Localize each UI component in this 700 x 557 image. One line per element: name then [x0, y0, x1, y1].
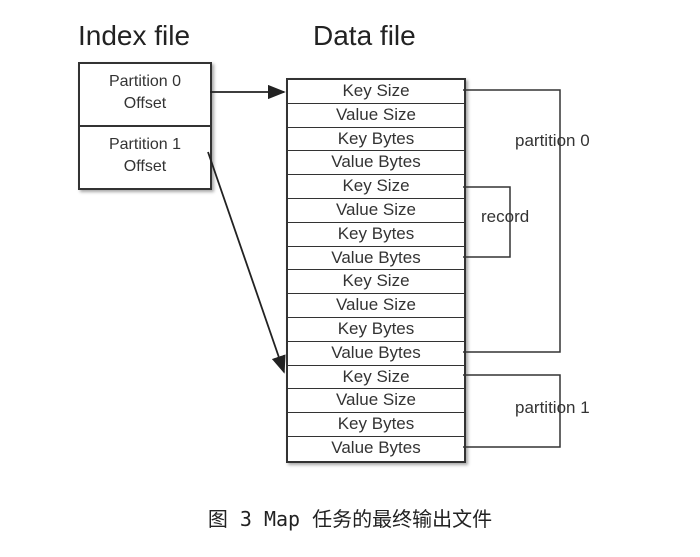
partition-0-label: partition 0	[515, 131, 590, 150]
figure-caption: 图 3 Map 任务的最终输出文件	[207, 507, 493, 531]
connector-overlay	[207, 84, 561, 448]
arrow-partition-1	[207, 151, 286, 374]
record-label: record	[481, 207, 530, 226]
partition-1-label: partition 1	[515, 398, 590, 417]
